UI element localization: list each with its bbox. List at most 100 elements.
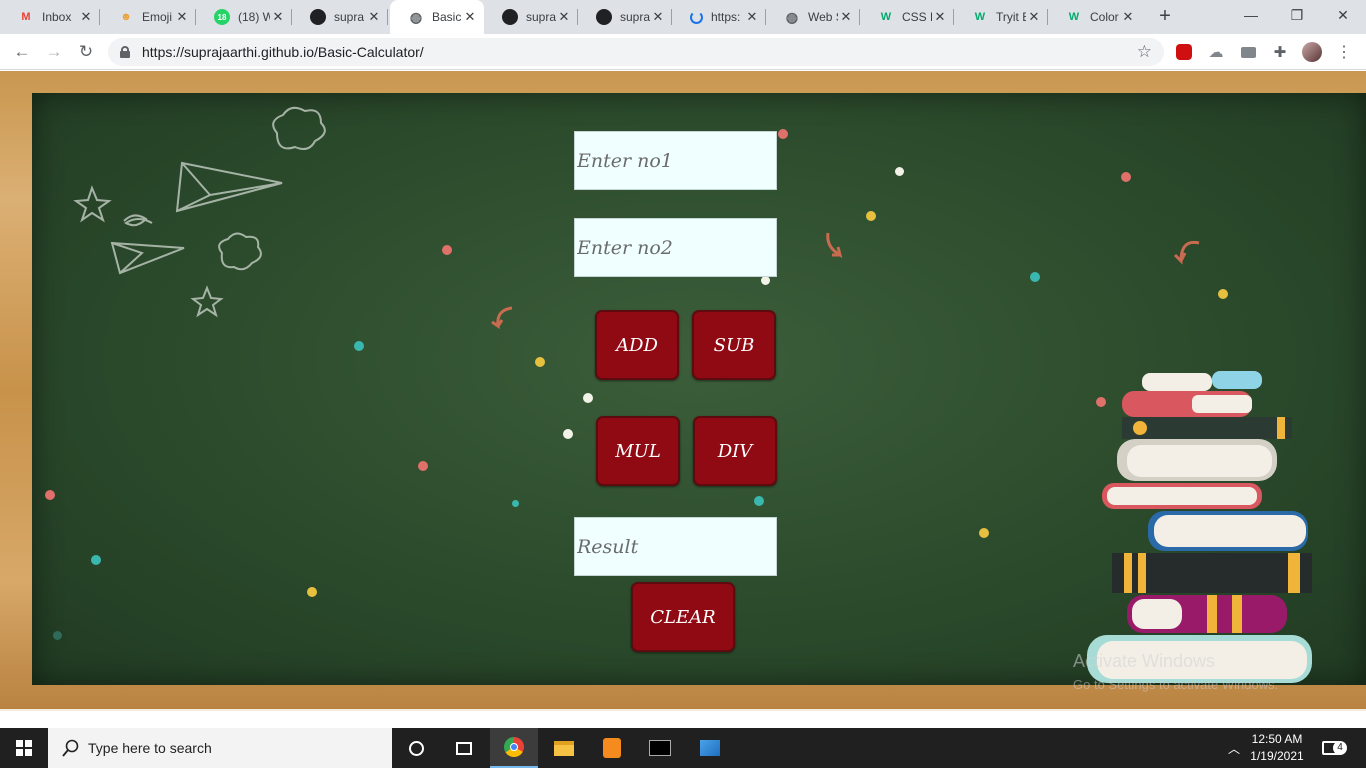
url-text[interactable]: https://suprajaarthi.github.io/Basic-Cal…: [142, 44, 424, 60]
page-viewport: ADD SUB MUL DIV CLEAR Activate Windows G…: [0, 71, 1366, 711]
tab-w3-color[interactable]: W Color ✕: [1048, 0, 1142, 34]
close-window-button[interactable]: ✕: [1320, 0, 1366, 30]
tab-w3-tryit[interactable]: W Tryit E ✕: [954, 0, 1048, 34]
tab-strip: M Inbox ✕ ☻ Emoji ✕ 18 (18) W ✕ supra ✕ …: [0, 0, 1366, 34]
address-bar[interactable]: https://suprajaarthi.github.io/Basic-Cal…: [108, 38, 1164, 66]
close-icon[interactable]: ✕: [462, 9, 478, 25]
reload-icon[interactable]: ↻: [74, 40, 98, 64]
mul-button[interactable]: MUL: [596, 416, 680, 486]
forward-icon[interactable]: →: [42, 40, 66, 64]
w3schools-icon: W: [1068, 11, 1080, 23]
bookmark-star-icon[interactable]: ☆: [1137, 42, 1152, 62]
github-icon: [596, 9, 612, 25]
tab-title: (18) W: [238, 10, 270, 24]
tab-w3-css[interactable]: W CSS E ✕: [860, 0, 954, 34]
clock-date: 1/19/2021: [1250, 749, 1304, 763]
tab-title: supra: [334, 10, 365, 24]
number-two-input[interactable]: [574, 218, 777, 277]
tab-title: supra: [526, 10, 556, 24]
adblock-icon[interactable]: [1174, 42, 1194, 62]
confetti-dot: [442, 245, 452, 255]
tab-whatsapp[interactable]: 18 (18) W ✕: [196, 0, 292, 34]
tab-loading[interactable]: https: ✕: [672, 0, 766, 34]
tab-title: Tryit E: [996, 10, 1026, 24]
close-icon[interactable]: ✕: [366, 9, 382, 25]
loading-icon: [690, 10, 703, 24]
close-icon[interactable]: ✕: [270, 9, 286, 25]
tab-github-2[interactable]: supra ✕: [484, 0, 578, 34]
back-icon[interactable]: ←: [10, 40, 34, 64]
cortana-icon[interactable]: [392, 728, 440, 768]
chalk-arrow-doodle: [1173, 240, 1200, 265]
tab-title: Color: [1090, 10, 1119, 24]
minimize-button[interactable]: —: [1228, 0, 1274, 30]
tab-emoji[interactable]: ☻ Emoji ✕: [100, 0, 196, 34]
close-icon[interactable]: ✕: [650, 9, 666, 25]
confetti-dot: [761, 276, 770, 285]
tab-title: CSS E: [902, 10, 932, 24]
cloud-extension-icon[interactable]: ☁: [1206, 42, 1226, 62]
search-icon: [62, 739, 79, 757]
tab-web[interactable]: ◍ Web S ✕: [766, 0, 860, 34]
terminal-icon[interactable]: [636, 728, 684, 768]
close-icon[interactable]: ✕: [78, 9, 94, 25]
system-clock[interactable]: 12:50 AM 1/19/2021: [1246, 731, 1308, 765]
div-button[interactable]: DIV: [693, 416, 777, 486]
new-tab-button[interactable]: +: [1154, 6, 1176, 28]
tab-inbox[interactable]: M Inbox ✕: [0, 0, 100, 34]
taskbar-search[interactable]: Type here to search: [48, 728, 392, 768]
tab-basic-calculator[interactable]: ◍ Basic ✕: [390, 0, 484, 34]
profile-avatar[interactable]: [1302, 42, 1322, 62]
tray-chevron-icon[interactable]: ︿: [1228, 728, 1240, 768]
number-one-input[interactable]: [574, 131, 777, 190]
github-icon: [310, 9, 326, 25]
restore-button[interactable]: ❐: [1274, 0, 1320, 30]
close-icon[interactable]: ✕: [556, 9, 572, 25]
notification-center-icon[interactable]: 4: [1322, 728, 1347, 768]
gmail-icon: M: [21, 11, 31, 23]
windows-start-icon[interactable]: [0, 728, 48, 768]
close-icon[interactable]: ✕: [1026, 9, 1042, 25]
confetti-dot: [512, 500, 519, 507]
tab-github-1[interactable]: supra ✕: [292, 0, 388, 34]
confetti-dot: [91, 555, 101, 565]
paper-plane-doodle: [73, 106, 326, 318]
confetti-dot: [1030, 272, 1040, 282]
confetti-dot: [307, 587, 317, 597]
confetti-dot: [895, 167, 904, 176]
menu-kebab-icon[interactable]: ⋮: [1334, 42, 1354, 62]
file-explorer-icon[interactable]: [540, 728, 588, 768]
close-icon[interactable]: ✕: [744, 9, 760, 25]
lock-icon[interactable]: [120, 46, 130, 58]
clock-time: 12:50 AM: [1251, 732, 1303, 746]
confetti-dot: [754, 496, 764, 506]
add-button[interactable]: ADD: [595, 310, 679, 380]
confetti-dot: [866, 211, 876, 221]
task-view-icon[interactable]: [440, 728, 488, 768]
close-icon[interactable]: ✕: [932, 9, 948, 25]
confetti-dot: [1218, 289, 1228, 299]
extensions-puzzle-icon[interactable]: ✚: [1270, 42, 1290, 62]
close-icon[interactable]: ✕: [174, 9, 190, 25]
result-field[interactable]: [574, 517, 777, 576]
activate-windows-subtitle: Go to Settings to activate Windows.: [1073, 677, 1279, 692]
github-icon: [502, 9, 518, 25]
windows-taskbar: Type here to search ︿ 12:50 AM 1/19/2021…: [0, 728, 1366, 768]
close-icon[interactable]: ✕: [1120, 9, 1136, 25]
camera-extension-icon[interactable]: [1238, 42, 1258, 62]
tab-github-3[interactable]: supra ✕: [578, 0, 672, 34]
tab-title: Basic: [432, 10, 462, 24]
book-stack-illustration: [1087, 371, 1312, 683]
confetti-dot: [45, 490, 55, 500]
activate-windows-title: Activate Windows: [1073, 651, 1216, 671]
close-icon[interactable]: ✕: [838, 9, 854, 25]
clear-button[interactable]: CLEAR: [631, 582, 735, 652]
confetti-dot: [354, 341, 364, 351]
photos-icon[interactable]: [686, 728, 734, 768]
chrome-taskbar-icon[interactable]: [490, 728, 538, 768]
w3schools-icon: W: [974, 11, 986, 23]
sub-button[interactable]: SUB: [692, 310, 776, 380]
sublime-text-icon[interactable]: [588, 728, 636, 768]
globe-icon: ◍: [785, 8, 799, 25]
confetti-dot: [418, 461, 428, 471]
